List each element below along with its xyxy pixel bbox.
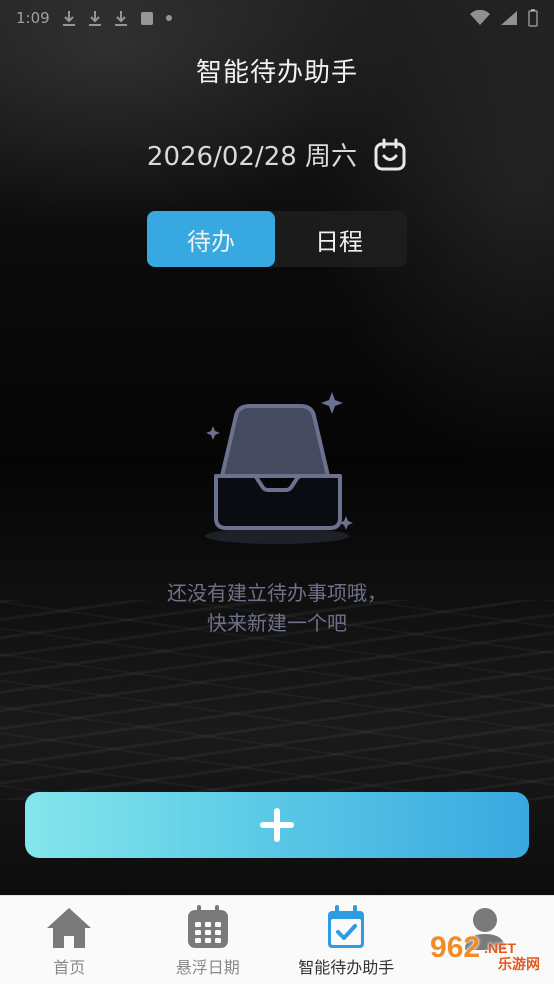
notification-icon xyxy=(140,12,153,25)
weekday-text: 周六 xyxy=(305,142,358,172)
add-todo-button[interactable] xyxy=(25,792,529,858)
home-icon xyxy=(47,908,92,948)
status-right xyxy=(470,9,538,27)
tab-todo[interactable]: 待办 xyxy=(147,211,275,267)
empty-state-line1: 还没有建立待办事项哦， xyxy=(167,581,387,605)
download-icon xyxy=(62,11,75,26)
empty-inbox-illustration xyxy=(205,392,353,544)
calendar-check-icon xyxy=(328,905,365,948)
app-screen: 1:09 智能待办助手 2026/02/28 周六 待办 日程 还没有建立待办事… xyxy=(0,0,554,895)
status-left: 1:09 xyxy=(16,9,172,27)
nav-label-smart-todo: 智能待办助手 xyxy=(298,958,395,977)
nav-label-home: 首页 xyxy=(53,958,86,977)
date-text: 2026/02/28 xyxy=(146,142,297,172)
empty-state-text: 还没有建立待办事项哦， 快来新建一个吧 xyxy=(0,578,554,638)
view-tabs: 待办 日程 xyxy=(147,211,407,267)
nav-label-floating-date: 悬浮日期 xyxy=(175,958,240,977)
download-icon xyxy=(114,11,127,26)
wifi-icon xyxy=(470,10,490,25)
page-title: 智能待办助手 xyxy=(195,58,358,88)
tab-schedule[interactable]: 日程 xyxy=(275,211,403,267)
watermark-logo: 962 .NET 乐游网 xyxy=(398,922,548,974)
current-date[interactable]: 2026/02/28 周六 xyxy=(147,136,357,173)
nav-item-smart-todo[interactable]: 智能待办助手 xyxy=(277,896,416,984)
status-time: 1:09 xyxy=(16,9,50,27)
date-row: 2026/02/28 周六 xyxy=(0,136,554,173)
dot-icon xyxy=(165,15,172,21)
calendar-grid-icon xyxy=(187,905,228,948)
calendar-icon[interactable] xyxy=(373,138,407,172)
signal-icon xyxy=(501,11,517,25)
status-bar: 1:09 xyxy=(0,0,554,36)
battery-icon xyxy=(528,9,538,27)
nav-item-home[interactable]: 首页 xyxy=(0,896,139,984)
download-icon xyxy=(88,11,101,26)
watermark-subtitle: 乐游网 xyxy=(498,956,540,972)
empty-state-line2: 快来新建一个吧 xyxy=(207,611,347,635)
watermark-brand: 962 xyxy=(430,931,481,964)
plus-icon xyxy=(260,808,294,842)
nav-item-floating-date[interactable]: 悬浮日期 xyxy=(139,896,278,984)
